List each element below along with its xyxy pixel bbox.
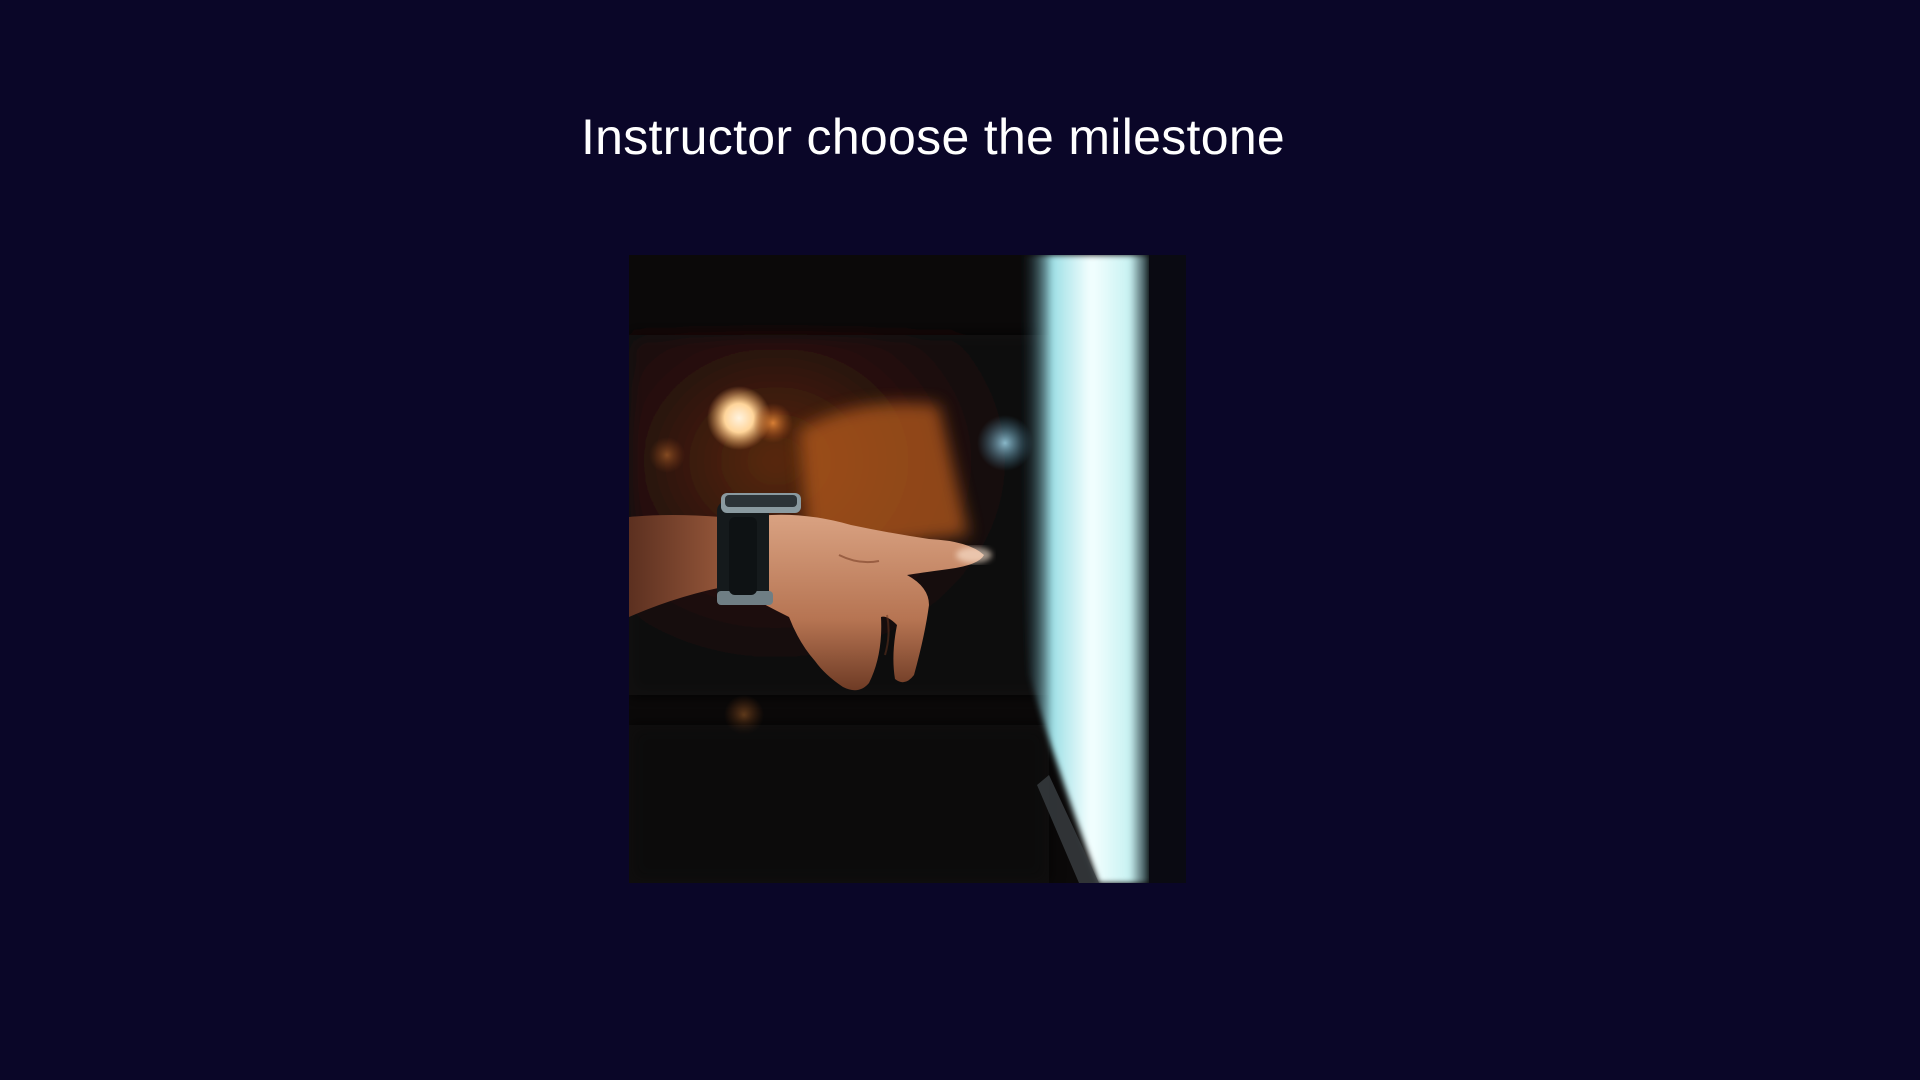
hand-pointing-photo xyxy=(629,255,1186,883)
slide-canvas: Instructor choose the milestone xyxy=(0,0,1920,1080)
slide-title: Instructor choose the milestone xyxy=(580,109,1286,165)
